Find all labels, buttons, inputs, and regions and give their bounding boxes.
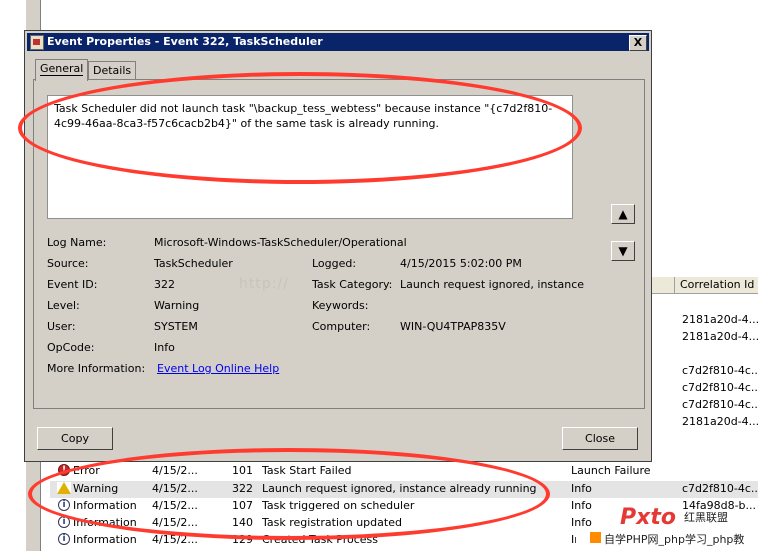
task-category-value: Launch request ignored, instance: [400, 278, 585, 291]
date-cell: 4/15/2...: [152, 464, 198, 477]
tab-details-label: Details: [93, 64, 132, 77]
site-watermark-logo: Pxto 红黑联盟 自学PHP网_php学习_php教: [576, 505, 758, 551]
source-label: Source:: [47, 257, 89, 270]
warning-icon: [57, 482, 71, 494]
event-id-label: Event ID:: [47, 278, 98, 291]
logo-mark: Pxto: [620, 505, 676, 530]
logo-square-icon: [590, 532, 601, 543]
level-cell: Information: [73, 516, 137, 529]
level-cell: Error: [73, 464, 100, 477]
watermark-text: http://: [239, 276, 289, 292]
task-category-cell: Task triggered on scheduler: [262, 499, 415, 512]
close-icon[interactable]: X: [629, 35, 647, 51]
level-label: Level:: [47, 299, 80, 312]
opcode-value: Info: [154, 341, 175, 354]
info-icon: i: [58, 499, 70, 511]
copy-button[interactable]: Copy: [37, 427, 113, 450]
correlation-id-cell: 2181a20d-4...: [682, 415, 758, 428]
event-id-cell: 322: [232, 482, 253, 495]
event-log-online-help-link[interactable]: Event Log Online Help: [157, 362, 279, 375]
date-cell: 4/15/2...: [152, 499, 198, 512]
error-icon: !: [58, 464, 70, 476]
log-name-label: Log Name:: [47, 236, 107, 249]
logged-label: Logged:: [312, 257, 357, 270]
date-cell: 4/15/2...: [152, 533, 198, 546]
correlation-id-cell: c7d2f810-4c...: [682, 364, 758, 377]
next-event-button[interactable]: ▼: [611, 241, 635, 261]
info-icon: i: [58, 533, 70, 545]
tab-general-label: General: [40, 62, 84, 76]
logo-bar: 自学PHP网_php学习_php教: [576, 529, 758, 546]
opcode-label: OpCode:: [47, 341, 95, 354]
event-id-cell: 129: [232, 533, 253, 546]
opcode-cell: Info: [571, 482, 592, 495]
correlation-id-cell: c7d2f810-4c...: [682, 398, 758, 411]
column-header-correlation-id[interactable]: Correlation Id: [680, 278, 754, 291]
source-value: TaskScheduler: [154, 257, 233, 270]
dialog-title: Event Properties - Event 322, TaskSchedu…: [47, 35, 323, 48]
keywords-label: Keywords:: [312, 299, 369, 312]
arrow-down-icon: ▼: [618, 244, 628, 258]
computer-label: Computer:: [312, 320, 371, 333]
tab-details[interactable]: Details: [88, 61, 137, 80]
event-log-icon: [30, 35, 44, 50]
event-properties-dialog: Event Properties - Event 322, TaskSchedu…: [24, 30, 652, 462]
task-category-cell: Task registration updated: [262, 516, 402, 529]
more-information-label: More Information:: [47, 362, 146, 375]
correlation-id-cell: 2181a20d-4...: [682, 313, 758, 326]
event-id-cell: 101: [232, 464, 253, 477]
log-name-value: Microsoft-Windows-TaskScheduler/Operatio…: [154, 236, 407, 249]
table-row[interactable]: ! Error 4/15/2... 101 Task Start Failed …: [50, 463, 758, 480]
event-id-cell: 140: [232, 516, 253, 529]
user-label: User:: [47, 320, 76, 333]
correlation-id-cell: c7d2f810-4c...: [682, 381, 758, 394]
close-button[interactable]: Close: [562, 427, 638, 450]
event-description-box[interactable]: Task Scheduler did not launch task "\bac…: [47, 95, 573, 219]
task-category-cell: Created Task Process: [262, 533, 378, 546]
level-cell: Warning: [73, 482, 119, 495]
task-category-cell: Launch request ignored, instance already…: [262, 482, 537, 495]
opcode-cell: Launch Failure: [571, 464, 651, 477]
user-value: SYSTEM: [154, 320, 198, 333]
info-icon: i: [58, 516, 70, 528]
tab-general[interactable]: General: [35, 59, 89, 81]
event-id-cell: 107: [232, 499, 253, 512]
level-value: Warning: [154, 299, 200, 312]
arrow-up-icon: ▲: [618, 207, 628, 221]
dialog-titlebar[interactable]: Event Properties - Event 322, TaskSchedu…: [27, 33, 649, 51]
event-id-value: 322: [154, 278, 175, 291]
task-category-cell: Task Start Failed: [262, 464, 352, 477]
task-category-label: Task Category:: [312, 278, 393, 291]
correlation-id-cell: 2181a20d-4...: [682, 330, 758, 343]
computer-value: WIN-QU4TPAP835V: [400, 320, 506, 333]
level-cell: Information: [73, 499, 137, 512]
logo-bar-text: 自学PHP网_php学习_php教: [604, 533, 745, 546]
previous-event-button[interactable]: ▲: [611, 204, 635, 224]
logged-value: 4/15/2015 5:02:00 PM: [400, 257, 522, 270]
level-cell: Information: [73, 533, 137, 546]
column-header-partial[interactable]: [652, 277, 675, 293]
date-cell: 4/15/2...: [152, 516, 198, 529]
table-row[interactable]: Warning 4/15/2... 322 Launch request ign…: [50, 481, 758, 498]
correlation-cell: c7d2f810-4c...: [682, 482, 758, 495]
date-cell: 4/15/2...: [152, 482, 198, 495]
logo-cn-text: 红黑联盟: [684, 511, 728, 524]
column-header-row: Correlation Id: [652, 277, 758, 294]
